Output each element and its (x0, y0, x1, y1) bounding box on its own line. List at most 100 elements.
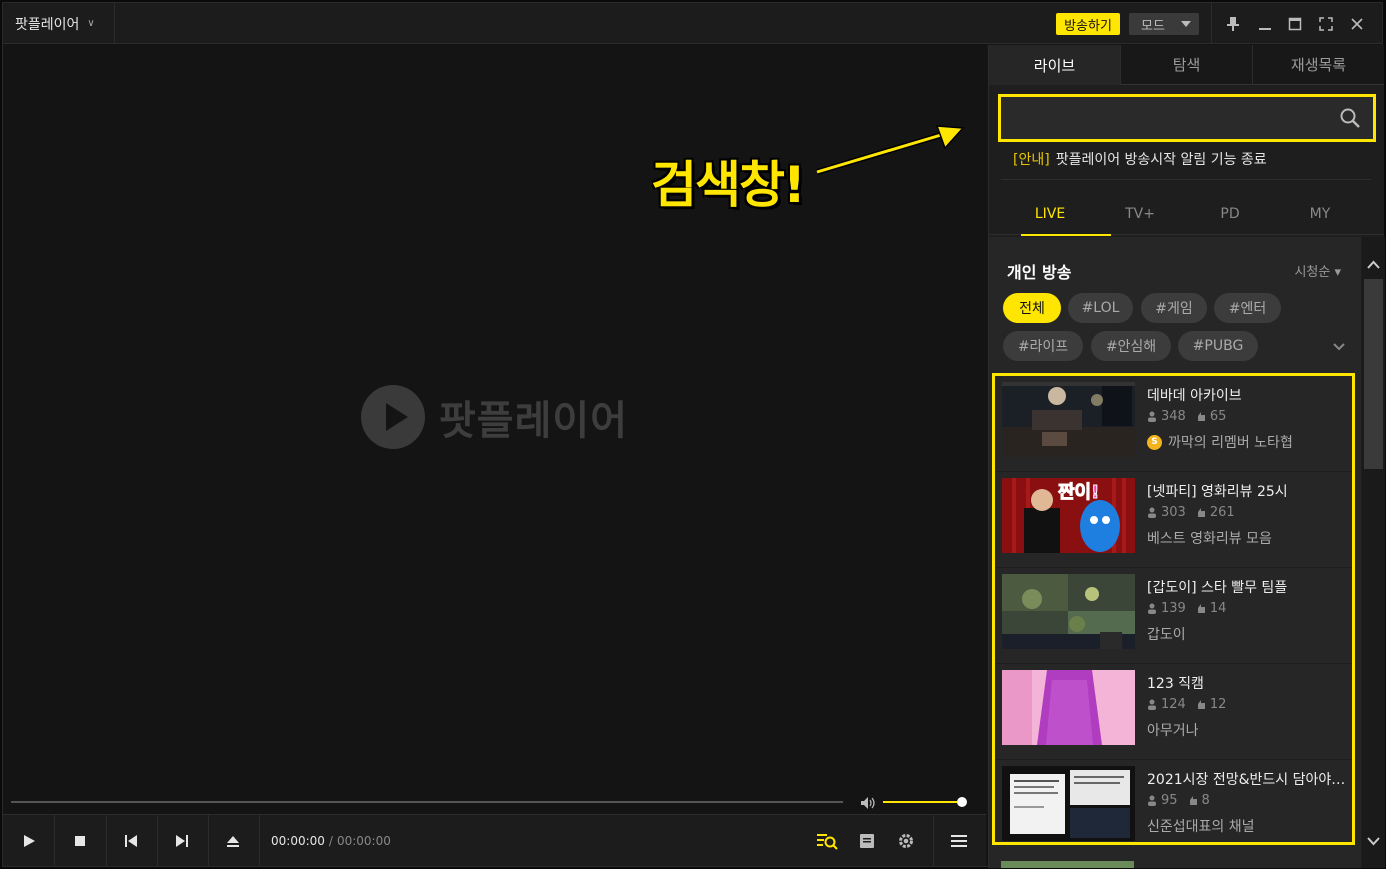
stream-thumbnail: 짠이! (1002, 478, 1135, 553)
caret-down-icon: ▾ (1334, 265, 1341, 280)
seek-row (3, 790, 986, 814)
control-divider (259, 815, 260, 867)
next-stream-thumbnail-peek (1001, 861, 1134, 868)
chip-lol[interactable]: #LOL (1068, 293, 1133, 323)
broadcast-button[interactable]: 방송하기 (1056, 13, 1120, 35)
total-time: 00:00:00 (336, 834, 391, 848)
stream-thumbnail (1002, 670, 1135, 745)
control-divider (54, 815, 55, 867)
stream-owner: S 까막의 리멤버 노타협 (1147, 432, 1293, 452)
mode-select[interactable]: 모드 (1129, 13, 1199, 35)
eject-icon[interactable] (221, 829, 245, 853)
stream-item[interactable]: 123 직캠 124 12 아무거나 (995, 664, 1352, 760)
chevron-down-icon: ∨ (87, 18, 95, 29)
stream-item[interactable]: 2021시장 전망&반드시 담아야 할 종목 95 8 신준섭대표의 채널 (995, 760, 1352, 842)
fullscreen-icon[interactable] (1316, 14, 1336, 34)
seek-bar[interactable] (11, 801, 843, 803)
viewer-icon (1148, 699, 1156, 710)
like-icon (1197, 604, 1205, 613)
stream-stats: 139 14 (1147, 601, 1226, 616)
viewer-count: 303 (1161, 505, 1186, 520)
stream-thumbnail (1002, 574, 1135, 649)
coin-badge-icon: S (1147, 434, 1162, 450)
playlist-search-icon[interactable] (815, 829, 839, 853)
notice-text: 팟플레이어 방송시작 알림 기능 종료 (1055, 152, 1267, 168)
subtab-live[interactable]: LIVE (1005, 193, 1111, 236)
menu-icon[interactable] (947, 829, 971, 853)
viewer-icon (1148, 603, 1156, 614)
minimize-icon[interactable] (1255, 14, 1275, 34)
live-panel: 라이브 탐색 재생목록 [안내] 팟플레이어 방송시작 알림 기능 종료 LIVE… (988, 45, 1385, 868)
chip-pubg[interactable]: #PUBG (1178, 331, 1258, 361)
chip-safe[interactable]: #안심해 (1091, 331, 1171, 361)
control-divider (933, 815, 934, 867)
play-icon[interactable] (17, 829, 41, 853)
search-box (998, 94, 1376, 142)
stream-item[interactable]: 데바데 아카이브 348 65 S 까막의 리멤버 노타협 (995, 376, 1352, 472)
chip-all[interactable]: 전체 (1003, 293, 1061, 323)
play-circle-icon (361, 385, 425, 449)
notice-tag: [안내] (1013, 152, 1050, 168)
title-bar: 팟플레이어 ∨ 방송하기 모드 (3, 3, 1382, 44)
tab-playlist[interactable]: 재생목록 (1252, 45, 1384, 85)
owner-name: 까막의 리멤버 노타협 (1168, 435, 1293, 451)
maximize-icon[interactable] (1285, 14, 1305, 34)
control-bar: 00:00:00/00:00:00 (3, 814, 986, 867)
time-display: 00:00:00/00:00:00 (271, 834, 391, 848)
next-icon[interactable] (170, 829, 194, 853)
like-icon (1189, 796, 1197, 805)
stream-item[interactable]: 짠이! [넷파티] 영화리뷰 25시 303 261 베스트 영화리뷰 모음 (995, 472, 1352, 568)
sort-dropdown[interactable]: 시청순 ▾ (1294, 261, 1341, 280)
volume-slider[interactable] (883, 801, 963, 803)
owner-name: 아무거나 (1147, 723, 1199, 739)
app-menu-button[interactable]: 팟플레이어 ∨ (3, 3, 115, 44)
stream-list-scrollbar[interactable] (1362, 237, 1385, 868)
chip-game[interactable]: #게임 (1141, 293, 1207, 323)
viewer-icon (1148, 411, 1156, 422)
tab-live[interactable]: 라이브 (989, 45, 1120, 85)
chat-icon[interactable] (855, 829, 879, 853)
stream-owner: 베스트 영화리뷰 모음 (1147, 528, 1272, 548)
stop-icon[interactable] (68, 829, 92, 853)
stream-list: 데바데 아카이브 348 65 S 까막의 리멤버 노타협 짠이! [넷파티] … (992, 373, 1355, 845)
tab-explore[interactable]: 탐색 (1120, 45, 1252, 85)
like-icon (1197, 508, 1205, 517)
search-icon[interactable] (1339, 107, 1361, 129)
stream-stats: 348 65 (1147, 409, 1226, 424)
stream-title: [갑도이] 스타 빨무 팀플 (1147, 580, 1288, 596)
like-count: 65 (1209, 409, 1227, 424)
viewer-count: 139 (1161, 601, 1186, 616)
stream-owner: 갑도이 (1147, 624, 1186, 644)
panel-tabs: 라이브 탐색 재생목록 (989, 45, 1384, 85)
subtab-my[interactable]: MY (1275, 193, 1365, 235)
pin-icon[interactable] (1223, 14, 1243, 34)
stream-title: 123 직캠 (1147, 676, 1204, 692)
previous-icon[interactable] (119, 829, 143, 853)
stream-title: 데바데 아카이브 (1147, 388, 1242, 404)
like-icon (1197, 412, 1205, 421)
like-count: 261 (1209, 505, 1235, 520)
caret-down-icon (1181, 21, 1191, 27)
search-input[interactable] (1009, 105, 1329, 131)
subtab-tv-plus[interactable]: TV+ (1095, 193, 1185, 235)
stream-item[interactable]: [갑도이] 스타 빨무 팀플 139 14 갑도이 (995, 568, 1352, 664)
owner-name: 베스트 영화리뷰 모음 (1147, 531, 1272, 547)
close-icon[interactable] (1347, 14, 1367, 34)
stream-stats: 124 12 (1147, 697, 1226, 712)
chip-life[interactable]: #라이프 (1003, 331, 1083, 361)
subtab-pd[interactable]: PD (1185, 193, 1275, 235)
notice-banner[interactable]: [안내] 팟플레이어 방송시작 알림 기능 종료 (1013, 149, 1267, 169)
chevron-down-icon[interactable] (1366, 833, 1381, 847)
chip-entertainment[interactable]: #엔터 (1214, 293, 1281, 323)
chevron-up-icon[interactable] (1366, 257, 1381, 271)
app-name: 팟플레이어 (15, 16, 80, 33)
like-icon (1197, 700, 1205, 709)
volume-icon[interactable] (860, 795, 876, 809)
chevron-down-icon[interactable] (1331, 338, 1347, 354)
search-annotation-label: 검색창! (651, 156, 806, 214)
stream-owner: 신준섭대표의 채널 (1147, 816, 1255, 836)
player-logo: 팟플레이어 (361, 385, 628, 449)
volume-slider-handle[interactable] (957, 797, 967, 807)
scrollbar-thumb[interactable] (1364, 279, 1383, 469)
gear-icon[interactable] (894, 829, 918, 853)
